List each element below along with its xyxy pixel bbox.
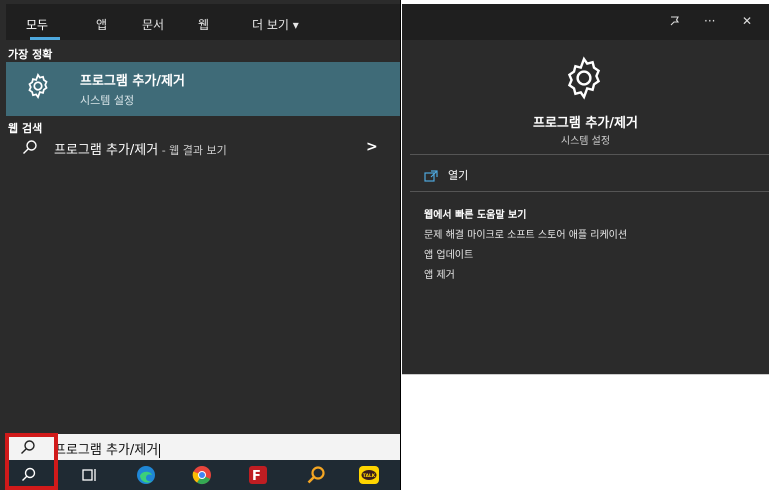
active-tab-indicator	[30, 37, 60, 40]
search-panel: 모두 앱 문서 웹 더 보기 ▾ 가장 정확 프로그램 추가/제거 시스템 설정…	[0, 0, 401, 490]
best-match-subtitle: 시스템 설정	[80, 94, 135, 107]
tab-web[interactable]: 웹	[198, 16, 209, 33]
gear-icon	[567, 56, 601, 100]
details-title: 프로그램 추가/제거	[533, 116, 638, 131]
close-icon[interactable]: ✕	[742, 14, 752, 28]
gear-icon	[28, 73, 48, 99]
edge-icon[interactable]	[136, 465, 156, 485]
details-header: ··· ✕	[402, 4, 769, 40]
svg-text:F: F	[252, 469, 261, 484]
best-match-label: 가장 정확	[8, 48, 53, 61]
web-search-suffix: - 웹 결과 보기	[158, 144, 227, 157]
kakaotalk-icon[interactable]: TALK	[358, 465, 380, 485]
search-input[interactable]: 프로그램 추가/제거	[6, 434, 400, 460]
divider	[410, 191, 769, 192]
more-options-icon[interactable]: ···	[704, 14, 715, 28]
task-view-icon[interactable]	[80, 465, 100, 485]
open-action[interactable]: 열기	[424, 167, 468, 183]
help-link-uninstall[interactable]: 앱 제거	[424, 266, 455, 281]
details-panel: ··· ✕ 프로그램 추가/제거 시스템 설정 열기 웹에서 빠른 도움말 보기…	[402, 4, 769, 374]
web-search-label: 웹 검색	[8, 122, 43, 135]
tab-more[interactable]: 더 보기 ▾	[252, 16, 299, 33]
divider	[410, 154, 769, 155]
search-tabs: 모두 앱 문서 웹 더 보기 ▾	[6, 4, 400, 40]
web-help-heading: 웹에서 빠른 도움말 보기	[424, 210, 527, 221]
best-match-item[interactable]: 프로그램 추가/제거 시스템 설정	[6, 62, 400, 116]
open-icon	[424, 170, 438, 182]
pin-icon[interactable]	[668, 14, 682, 28]
filezilla-icon[interactable]: F	[248, 465, 268, 485]
tab-apps[interactable]: 앱	[96, 16, 107, 33]
help-link-update[interactable]: 앱 업데이트	[424, 246, 473, 261]
search-icon	[23, 140, 37, 154]
search-app-icon[interactable]	[306, 465, 326, 485]
details-subtitle: 시스템 설정	[560, 136, 611, 147]
chevron-right-icon[interactable]: >	[366, 139, 378, 155]
open-label: 열기	[448, 169, 469, 182]
web-search-text: 프로그램 추가/제거 - 웹 결과 보기	[54, 139, 227, 158]
tab-all[interactable]: 모두	[26, 16, 48, 33]
search-query-text: 프로그램 추가/제거	[54, 443, 159, 458]
web-search-query: 프로그램 추가/제거	[54, 143, 159, 158]
tab-documents[interactable]: 문서	[142, 16, 164, 33]
help-link-troubleshoot[interactable]: 문제 해결 마이크로 소프트 스토어 애플 리케이션	[424, 226, 627, 241]
web-search-result[interactable]: 프로그램 추가/제거 - 웹 결과 보기 >	[6, 136, 400, 160]
taskbar: F TALK	[6, 460, 400, 490]
kakaotalk-label: TALK	[363, 473, 376, 479]
best-match-title: 프로그램 추가/제거	[80, 74, 185, 89]
chrome-icon[interactable]	[192, 465, 212, 485]
text-caret	[159, 443, 161, 458]
panel-footer	[402, 374, 769, 401]
search-input-value: 프로그램 추가/제거	[54, 439, 161, 458]
highlight-box	[5, 433, 58, 490]
